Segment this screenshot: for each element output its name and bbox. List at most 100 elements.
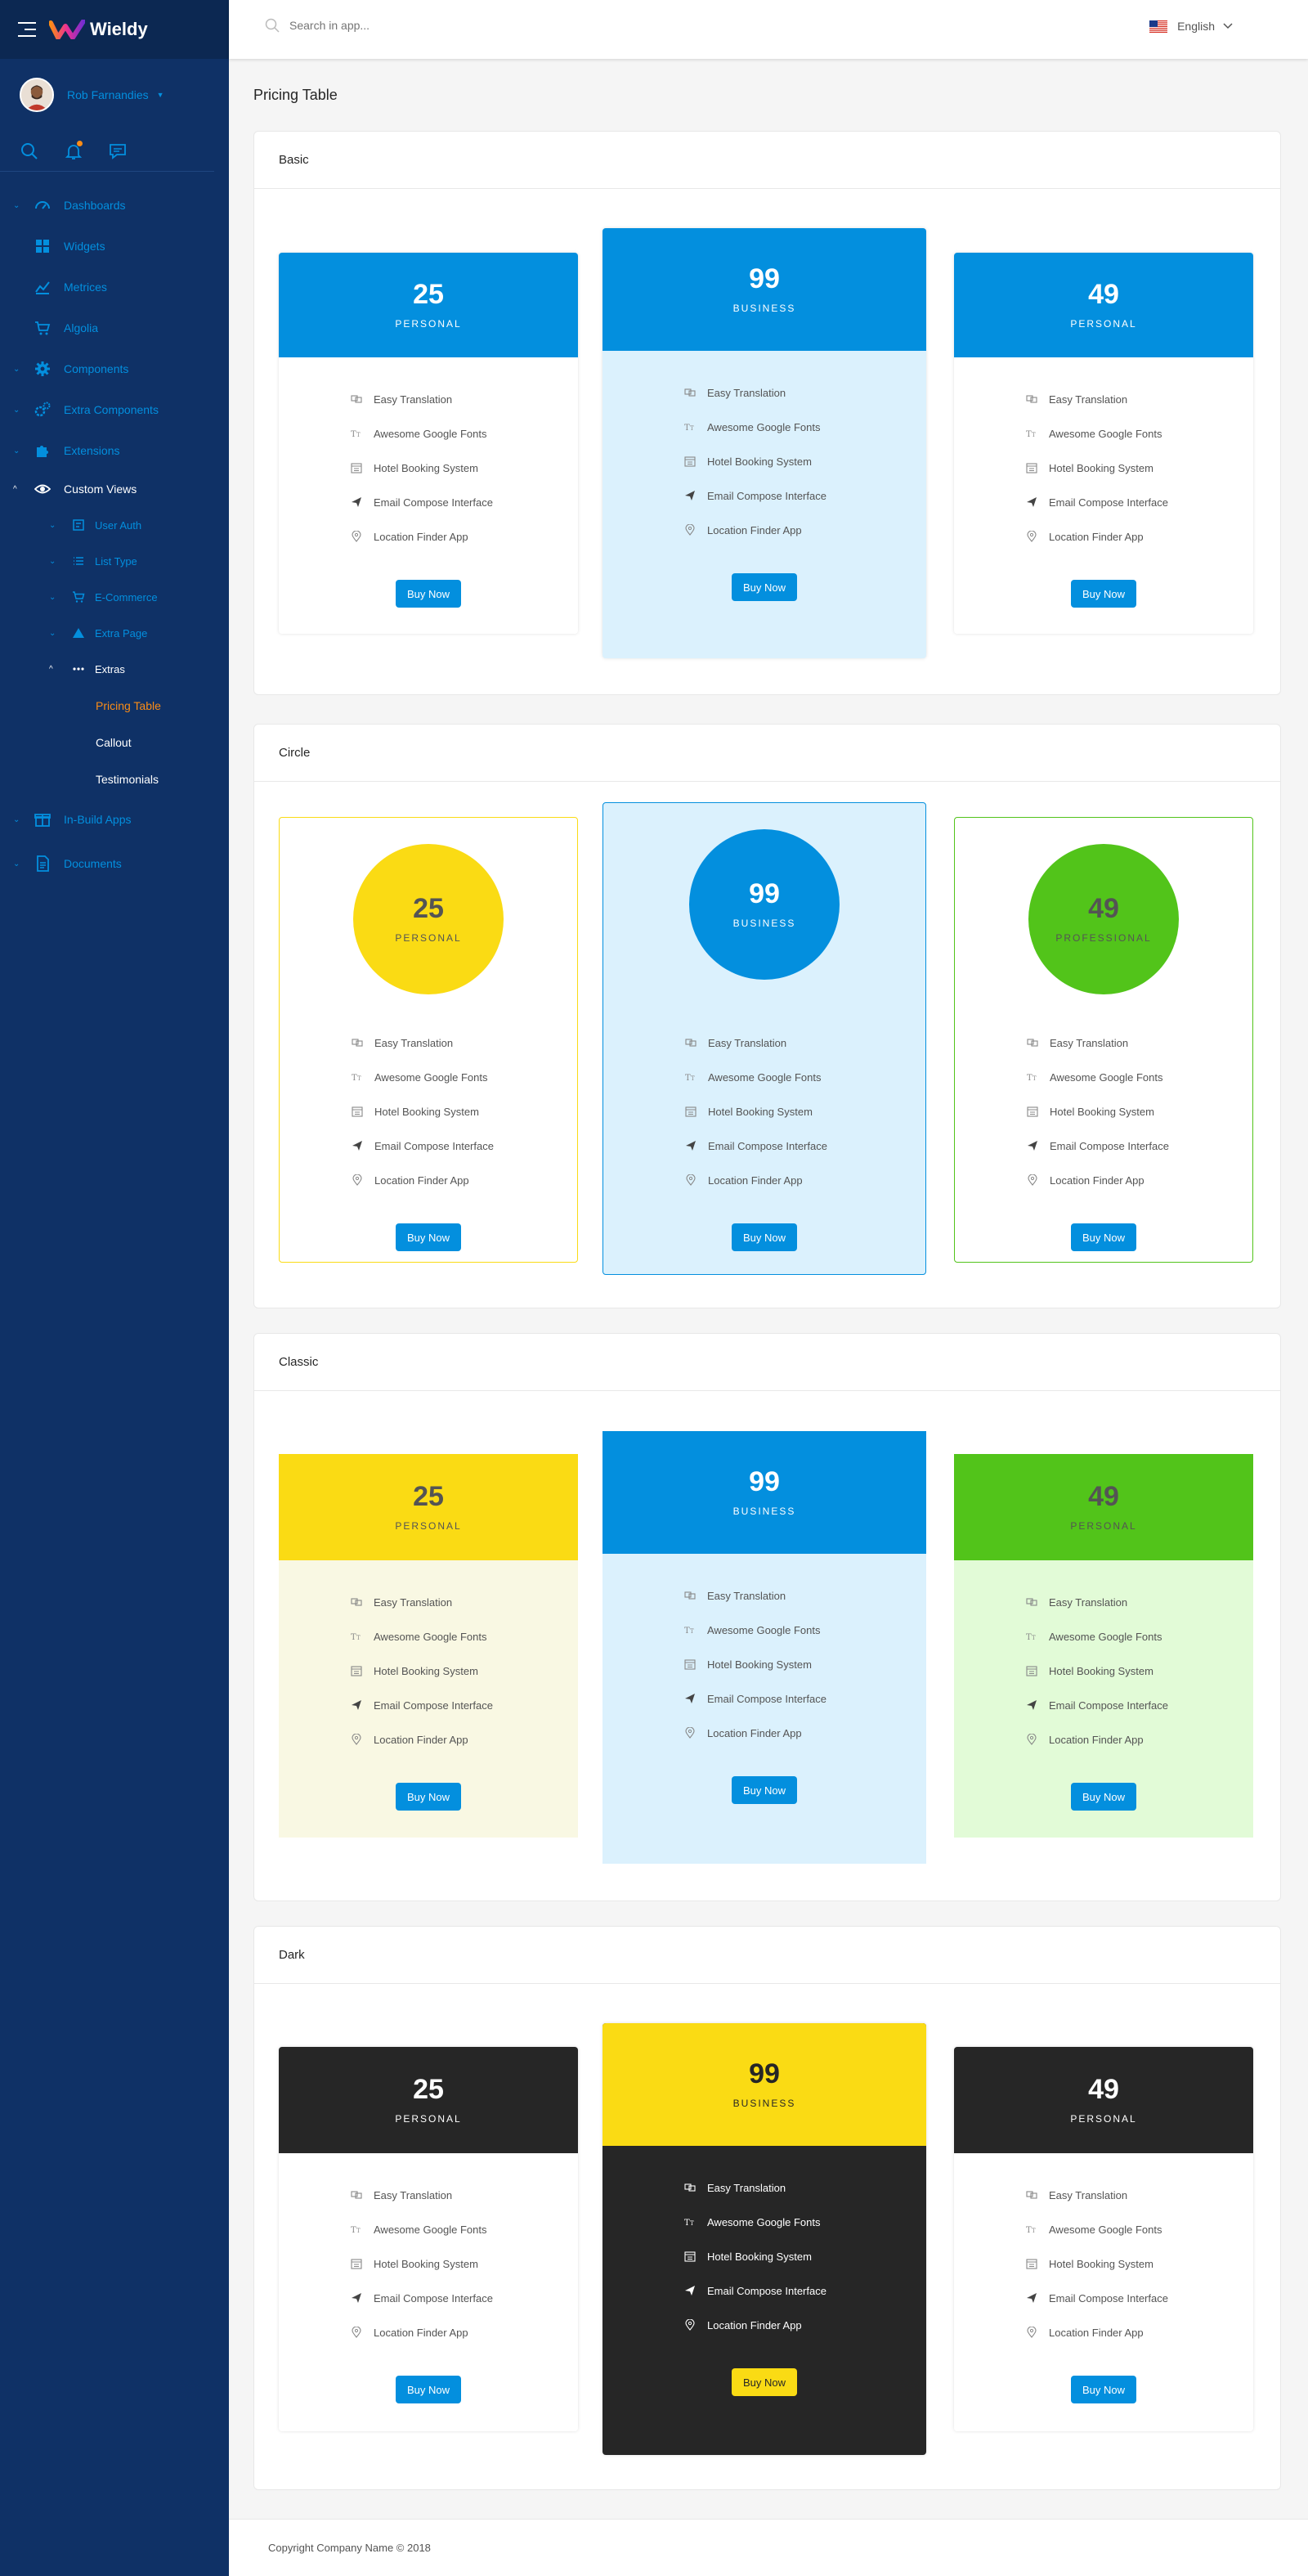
feature-label: Hotel Booking System — [708, 1105, 813, 1118]
plan-price: 25 — [413, 893, 444, 924]
feature-label: Easy Translation — [374, 1036, 454, 1049]
price-circle: 99 BUSINESS — [689, 829, 840, 980]
send-icon — [1026, 496, 1037, 508]
search-input[interactable] — [289, 19, 535, 32]
feature-list: Easy Translation T T Awesome Google Fonts Ho… — [954, 1560, 1253, 1757]
chevron-down-icon: ⌄ — [49, 520, 56, 530]
buy-now-button[interactable]: Buy Now — [396, 1783, 461, 1811]
sidebar-item-extensions[interactable]: ⌄ Extensions — [0, 430, 229, 471]
svg-text:T: T — [1032, 2228, 1036, 2234]
language-selector[interactable]: English — [1149, 20, 1233, 33]
buy-now-button[interactable]: Buy Now — [1071, 1223, 1136, 1251]
font-icon: TT — [1026, 2224, 1037, 2235]
buy-now-button[interactable]: Buy Now — [732, 1223, 797, 1251]
language-label: English — [1177, 20, 1215, 33]
send-icon — [684, 2285, 696, 2296]
feature-label: Easy Translation — [374, 2188, 453, 2201]
feature-label: Easy Translation — [1049, 2188, 1128, 2201]
location-icon — [1026, 2327, 1037, 2338]
plan-price: 25 — [413, 279, 444, 310]
svg-text:T: T — [684, 424, 690, 433]
feature-item: Easy Translation — [352, 1025, 577, 1060]
sidebar-item-widgets[interactable]: Widgets — [0, 226, 229, 267]
feature-label: Location Finder App — [1049, 1733, 1144, 1746]
feature-item: Easy Translation — [1026, 1585, 1253, 1619]
chat-icon[interactable] — [108, 141, 128, 161]
feature-item: Location Finder App — [352, 1163, 577, 1197]
menu-toggle-icon[interactable] — [18, 22, 36, 37]
svg-text:T: T — [1033, 1075, 1037, 1082]
plan-price: 49 — [1088, 279, 1119, 310]
feature-item: Email Compose Interface — [351, 485, 578, 519]
feature-item: Easy Translation — [1027, 1025, 1252, 1060]
sidebar-subitem-extras[interactable]: ^ Extras — [0, 651, 229, 687]
buy-now-button[interactable]: Buy Now — [732, 1776, 797, 1804]
feature-item: Easy Translation — [685, 1025, 925, 1060]
send-icon — [1026, 2292, 1037, 2304]
calendar-icon — [684, 2251, 696, 2262]
sidebar-item-in-build-apps[interactable]: ⌄ In-Build Apps — [0, 797, 229, 841]
pricing-card: 25 PERSONAL Easy Translation T T Awesome Goog… — [279, 1454, 578, 1838]
feature-label: Email Compose Interface — [707, 2284, 826, 2297]
buy-now-button[interactable]: Buy Now — [1071, 1783, 1136, 1811]
notification-dot — [77, 140, 83, 146]
buy-now-button[interactable]: Buy Now — [396, 2376, 461, 2403]
buy-now-button[interactable]: Buy Now — [396, 1223, 461, 1251]
plan-name: PERSONAL — [395, 932, 462, 944]
buy-now-button[interactable]: Buy Now — [732, 2368, 797, 2396]
feature-item: Location Finder App — [1026, 519, 1253, 554]
feature-item: Easy Translation — [351, 382, 578, 416]
sidebar-leaf-testimonials[interactable]: Testimonials — [0, 761, 229, 797]
feature-label: Hotel Booking System — [374, 1664, 478, 1677]
user-profile[interactable]: Rob Farnandies ▼ — [0, 59, 229, 131]
feature-item: Email Compose Interface — [352, 1129, 577, 1163]
translation-icon — [351, 393, 362, 405]
sidebar-subitem-extra-page[interactable]: ⌄ Extra Page — [0, 615, 229, 651]
plan-name: PERSONAL — [395, 2113, 462, 2125]
sidebar-subitem-e-commerce[interactable]: ⌄ E-Commerce — [0, 579, 229, 615]
buy-now-button[interactable]: Buy Now — [732, 573, 797, 601]
chevron-down-icon: ⌄ — [13, 815, 20, 824]
sidebar-subitem-list-type[interactable]: ⌄ List Type — [0, 543, 229, 579]
sidebar-item-dashboards[interactable]: ⌄ Dashboards — [0, 185, 229, 226]
chevron-down-icon: ⌄ — [13, 405, 20, 415]
sidebar-leaf-callout[interactable]: Callout — [0, 724, 229, 761]
eye-icon — [34, 484, 51, 494]
translation-icon — [684, 387, 696, 398]
sidebar-item-algolia[interactable]: Algolia — [0, 307, 229, 348]
app-logo[interactable]: Wieldy — [49, 19, 148, 40]
feature-label: Easy Translation — [1049, 1595, 1128, 1609]
location-icon — [351, 2327, 362, 2338]
feature-label: Email Compose Interface — [1049, 2291, 1168, 2304]
sidebar-item-custom-views[interactable]: ^ Custom Views — [0, 471, 229, 507]
buy-now-button[interactable]: Buy Now — [1071, 2376, 1136, 2403]
notification-bell-icon[interactable] — [64, 140, 83, 161]
plan-price: 25 — [413, 2074, 444, 2105]
feature-label: Hotel Booking System — [374, 1105, 479, 1118]
buy-now-button[interactable]: Buy Now — [1071, 580, 1136, 608]
caret-down-icon[interactable]: ▼ — [157, 91, 164, 99]
sidebar-item-components[interactable]: ⌄ Components — [0, 348, 229, 389]
svg-text:T: T — [1027, 1074, 1033, 1083]
sidebar-item-documents[interactable]: ⌄ Documents — [0, 841, 229, 886]
feature-label: Location Finder App — [707, 523, 802, 536]
pricing-card: 25 PERSONAL Easy Translation T T Awesome Goog… — [279, 2047, 578, 2431]
buy-now-button[interactable]: Buy Now — [396, 580, 461, 608]
price-circle: 25 PERSONAL — [353, 844, 504, 994]
plan-price: 25 — [413, 1481, 444, 1512]
feature-item: Email Compose Interface — [351, 1688, 578, 1722]
sidebar-subitem-user-auth[interactable]: ⌄ User Auth — [0, 507, 229, 543]
gears-icon — [34, 402, 51, 417]
feature-label: Email Compose Interface — [707, 1692, 826, 1705]
sidebar-item-extra-components[interactable]: ⌄ Extra Components — [0, 389, 229, 430]
feature-label: Easy Translation — [374, 393, 453, 406]
feature-label: Awesome Google Fonts — [707, 2215, 821, 2228]
search-icon — [265, 18, 280, 33]
sidebar-item-metrices[interactable]: Metrices — [0, 267, 229, 307]
sidebar-leaf-pricing-table[interactable]: Pricing Table — [0, 687, 229, 724]
dashboard-icon — [35, 201, 50, 209]
search-icon[interactable] — [20, 141, 39, 161]
plan-name: BUSINESS — [732, 303, 796, 314]
send-icon — [351, 1699, 362, 1711]
feature-item: Hotel Booking System — [351, 1654, 578, 1688]
